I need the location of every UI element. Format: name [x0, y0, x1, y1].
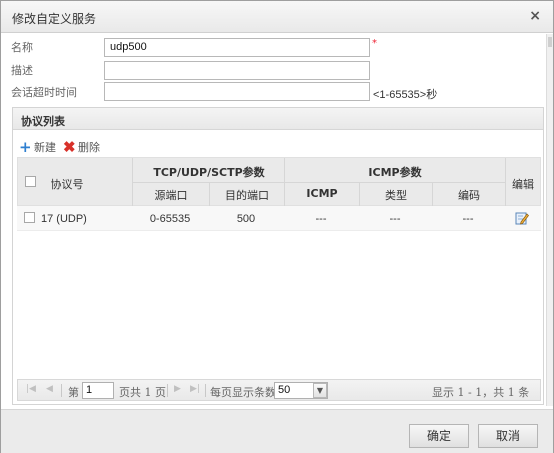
description-input[interactable] [104, 61, 370, 80]
edit-custom-service-dialog: 修改自定义服务 × 名称 udp500 * 描述 会话超时时间 <1-65535… [0, 0, 554, 453]
protocol-list-header: 协议列表 [13, 108, 543, 130]
header-protocol: 协议号 [50, 178, 84, 191]
add-label: 新建 [34, 141, 56, 154]
dialog-scrollbar[interactable] [546, 34, 553, 406]
delete-button[interactable]: ✖ 删除 [63, 139, 100, 155]
row-dst-port: 500 [236, 213, 256, 225]
dialog-footer: 确定 取消 [1, 409, 553, 453]
cancel-button[interactable]: 取消 [478, 424, 538, 448]
header-edit: 编辑 [512, 178, 534, 191]
header-dst-port: 目的端口 [225, 189, 269, 202]
page-number-input[interactable]: 1 [82, 382, 114, 399]
dialog-titlebar: 修改自定义服务 × [1, 1, 553, 33]
chevron-down-icon[interactable]: ▼ [313, 383, 327, 398]
protocol-list-panel: 协议列表 + 新建 ✖ 删除 协议号 TCP/UDP/SCTP参数 源端口 目的… [12, 107, 544, 405]
table-row[interactable]: 17 (UDP) 0-65535 500 --- --- --- [17, 206, 541, 231]
header-icmp: ICMP [306, 187, 338, 200]
description-label: 描述 [11, 64, 33, 77]
dialog-title: 修改自定义服务 [12, 12, 97, 26]
close-icon[interactable]: × [529, 8, 541, 24]
per-page-label: 每页显示条数 [210, 386, 276, 399]
scrollbar-thumb[interactable] [548, 37, 552, 47]
table-header: 协议号 TCP/UDP/SCTP参数 源端口 目的端口 ICMP参数 ICMP … [17, 157, 541, 206]
protocol-table: 协议号 TCP/UDP/SCTP参数 源端口 目的端口 ICMP参数 ICMP … [17, 157, 541, 383]
row-protocol: 17 (UDP) [41, 213, 87, 225]
plus-icon: + [19, 138, 32, 156]
page-prefix: 第 [68, 386, 79, 399]
edit-icon[interactable] [515, 211, 529, 225]
select-all-checkbox[interactable] [25, 176, 36, 187]
prev-page-icon[interactable]: ◀ [46, 384, 53, 394]
delete-label: 删除 [78, 141, 100, 154]
header-tcp-group: TCP/UDP/SCTP参数 [153, 166, 265, 179]
ok-button[interactable]: 确定 [409, 424, 469, 448]
session-timeout-hint: <1-65535>秒 [373, 89, 438, 101]
session-timeout-label: 会话超时时间 [11, 86, 77, 99]
name-input[interactable]: udp500 [104, 38, 370, 57]
add-button[interactable]: + 新建 [19, 139, 56, 155]
row-icmp: --- [315, 213, 327, 225]
header-icmp-group: ICMP参数 [368, 166, 422, 179]
first-page-icon[interactable]: |◀ [26, 384, 36, 394]
delete-x-icon: ✖ [63, 138, 76, 156]
row-checkbox[interactable] [24, 212, 35, 223]
protocol-list-title: 协议列表 [21, 115, 65, 128]
page-summary: 显示 1 - 1，共 1 条 [432, 386, 530, 399]
header-src-port: 源端口 [154, 189, 188, 202]
name-label: 名称 [11, 41, 33, 54]
row-type: --- [389, 213, 401, 225]
last-page-icon[interactable]: ▶| [190, 384, 200, 394]
session-timeout-input[interactable] [104, 82, 370, 101]
pagination-bar: |◀ ◀ 第 1 页共 1 页 ▶ ▶| 每页显示条数 50 ▼ 显示 1 - … [17, 379, 541, 401]
header-code: 编码 [458, 189, 480, 202]
page-total: 页共 1 页 [119, 386, 166, 399]
header-type: 类型 [385, 189, 407, 202]
required-mark: * [372, 38, 377, 49]
row-src-port: 0-65535 [149, 213, 191, 225]
row-code: --- [462, 213, 474, 225]
next-page-icon[interactable]: ▶ [174, 384, 181, 394]
